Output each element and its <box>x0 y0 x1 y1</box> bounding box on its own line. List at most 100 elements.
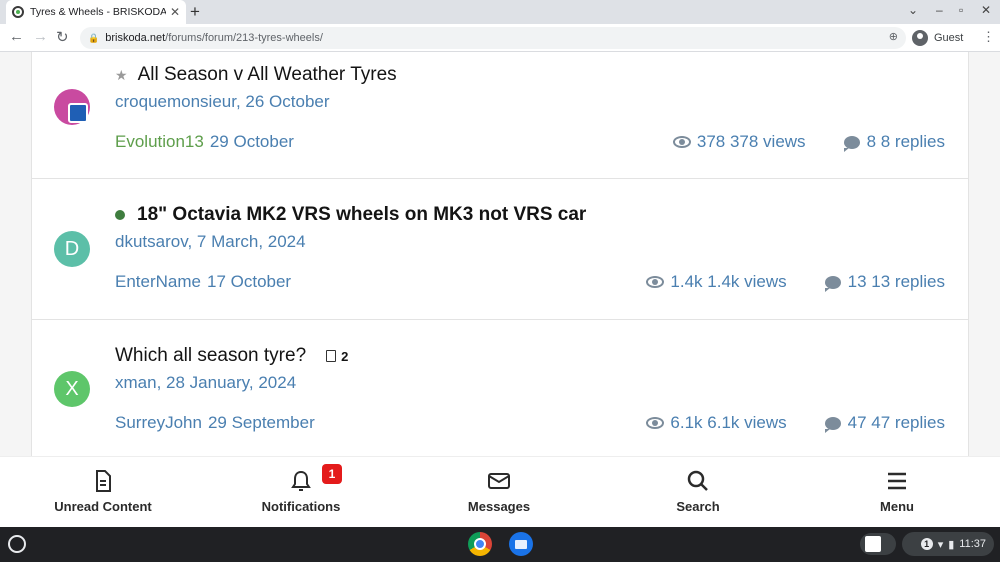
url-path: /forums/forum/213-tyres-wheels/ <box>165 32 323 44</box>
avatar-letter: D <box>64 237 80 260</box>
last-date[interactable]: 29 October <box>210 132 294 151</box>
thread-list: ★ All Season v All Weather Tyres croquem… <box>31 52 969 456</box>
envelope-icon <box>488 473 510 489</box>
thread-title[interactable]: Which all season tyre? 2 <box>115 345 348 367</box>
phone-hub-icon[interactable] <box>860 533 896 555</box>
close-tab-icon[interactable]: ✕ <box>170 5 180 19</box>
nav-label: Menu <box>880 499 914 514</box>
lock-icon[interactable]: 🔒 <box>88 33 99 44</box>
thread-title-text[interactable]: All Season v All Weather Tyres <box>138 64 397 86</box>
minimize-icon[interactable]: – <box>936 3 943 17</box>
thread-starter: xman, 28 January, 2024 <box>115 373 297 392</box>
avatar[interactable] <box>54 89 90 125</box>
browser-tab-strip: Tyres & Wheels - BRISKODA ✕ + ⌄ – ▫ ✕ <box>0 0 1000 24</box>
wifi-icon: ▾ <box>937 538 944 551</box>
start-date: 28 January, 2024 <box>166 373 297 392</box>
nav-messages[interactable]: Messages <box>400 457 598 528</box>
last-post: SurreyJohn 29 September <box>115 413 315 433</box>
site-favicon-icon <box>12 6 24 18</box>
thread-starter: dkutsarov, 7 March, 2024 <box>115 232 306 251</box>
address-bar[interactable]: 🔒 briskoda.net /forums/forum/213-tyres-w… <box>80 27 906 49</box>
avatar-letter: X <box>65 377 79 400</box>
tab-search-icon[interactable]: ⌄ <box>908 3 918 17</box>
bell-icon <box>291 470 311 491</box>
profile-label: Guest <box>934 32 964 44</box>
page-count-value: 2 <box>341 348 349 364</box>
notification-badge: 1 <box>322 464 342 484</box>
document-icon <box>96 470 111 492</box>
view-count: 6.1k 6.1k views <box>670 413 787 432</box>
avatar[interactable]: D <box>54 231 90 267</box>
back-icon[interactable]: ← <box>9 28 24 45</box>
avatar[interactable]: X <box>54 371 90 407</box>
starter-name[interactable]: xman <box>115 373 157 392</box>
starter-name[interactable]: dkutsarov <box>115 232 187 251</box>
chrome-icon[interactable] <box>468 532 492 556</box>
page-icon <box>326 350 337 362</box>
page-content: ★ All Season v All Weather Tyres croquem… <box>0 52 1000 456</box>
browser-menu-icon[interactable]: ⋮ <box>982 29 995 45</box>
bottom-nav: Unread Content 1 Notifications Messages … <box>0 456 1000 527</box>
zoom-icon[interactable]: ⊕ <box>889 30 898 43</box>
eye-icon <box>646 276 665 288</box>
nav-label: Search <box>676 499 720 514</box>
thread-row: ★ All Season v All Weather Tyres croquem… <box>32 52 968 179</box>
thread-stats: 378 378 views 8 8 replies <box>672 132 945 152</box>
launcher-icon[interactable] <box>8 535 26 553</box>
hamburger-icon <box>888 472 906 490</box>
tab-title: Tyres & Wheels - BRISKODA <box>30 6 166 18</box>
last-date[interactable]: 17 October <box>207 272 291 291</box>
status-tray[interactable]: 1 ▾ ▮ 11:37 <box>902 532 994 556</box>
nav-search[interactable]: Search <box>599 457 797 528</box>
page-count[interactable]: 2 <box>326 349 348 364</box>
thread-starter: croquemonsieur, 26 October <box>115 92 330 111</box>
nav-unread-content[interactable]: Unread Content <box>4 457 202 528</box>
reply-count: 8 8 replies <box>866 132 945 151</box>
os-shelf: 1 ▾ ▮ 11:37 <box>0 527 1000 562</box>
close-window-icon[interactable]: ✕ <box>981 3 991 17</box>
starter-name[interactable]: croquemonsieur <box>115 92 236 111</box>
view-count: 378 378 views <box>696 132 806 151</box>
clock: 11:37 <box>959 538 986 550</box>
thread-title-text[interactable]: Which all season tyre? <box>115 345 306 367</box>
thread-title-text[interactable]: 18" Octavia MK2 VRS wheels on MK3 not VR… <box>137 204 586 226</box>
last-poster[interactable]: Evolution13 <box>115 132 204 151</box>
thread-stats: 6.1k 6.1k views 47 47 replies <box>646 413 945 433</box>
files-icon[interactable] <box>509 532 533 556</box>
nav-label: Unread Content <box>54 499 152 514</box>
eye-icon <box>672 136 691 148</box>
search-icon <box>687 470 708 491</box>
comment-icon <box>824 275 841 292</box>
thread-row: X Which all season tyre? 2 xman, 28 Janu… <box>32 320 968 456</box>
nav-label: Messages <box>467 499 531 514</box>
view-count: 1.4k 1.4k views <box>670 272 787 291</box>
nav-notifications[interactable]: 1 Notifications <box>202 457 400 528</box>
thread-title[interactable]: 18" Octavia MK2 VRS wheels on MK3 not VR… <box>115 204 586 226</box>
last-post: Evolution13 29 October <box>115 132 294 152</box>
thread-title[interactable]: ★ All Season v All Weather Tyres <box>115 64 397 86</box>
browser-toolbar: ← → ↻ 🔒 briskoda.net /forums/forum/213-t… <box>0 24 1000 52</box>
unread-indicator-icon <box>115 210 125 220</box>
comment-icon <box>843 135 860 152</box>
thread-row: D 18" Octavia MK2 VRS wheels on MK3 not … <box>32 179 968 320</box>
last-poster[interactable]: SurreyJohn <box>115 413 202 432</box>
thread-stats: 1.4k 1.4k views 13 13 replies <box>646 272 945 292</box>
nav-menu[interactable]: Menu <box>798 457 996 528</box>
start-date: 7 March, 2024 <box>196 232 306 251</box>
profile-button[interactable]: Guest <box>912 27 963 49</box>
restore-icon[interactable]: ▫ <box>959 3 963 17</box>
forward-icon[interactable]: → <box>33 28 48 45</box>
new-tab-icon[interactable]: + <box>190 2 200 22</box>
last-date[interactable]: 29 September <box>208 413 315 432</box>
comment-icon <box>824 416 841 433</box>
start-date: 26 October <box>245 92 330 111</box>
battery-icon: ▮ <box>948 538 955 551</box>
browser-tab[interactable]: Tyres & Wheels - BRISKODA ✕ <box>6 0 186 24</box>
reply-count: 13 13 replies <box>847 272 945 291</box>
reload-icon[interactable]: ↻ <box>56 28 69 46</box>
last-poster[interactable]: EnterName <box>115 272 201 291</box>
reply-count: 47 47 replies <box>847 413 945 432</box>
url-host: briskoda.net <box>105 32 166 44</box>
nav-label: Notifications <box>261 499 341 514</box>
last-post: EnterName 17 October <box>115 272 291 292</box>
